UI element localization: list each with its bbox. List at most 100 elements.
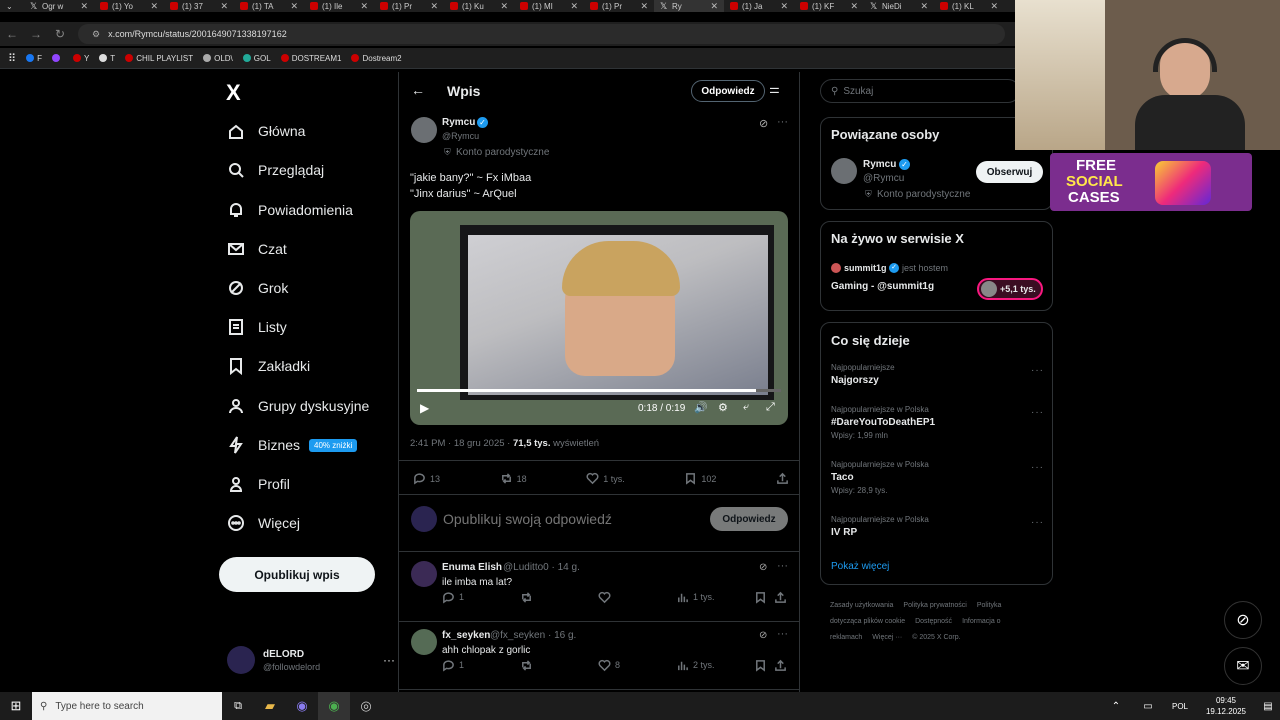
obs-icon[interactable]: ◎ (350, 692, 382, 720)
task-view-icon[interactable]: ⧉ (222, 692, 254, 720)
reply-header-button[interactable]: Odpowiedz (691, 80, 765, 102)
close-icon[interactable]: ✕ (290, 1, 304, 12)
notifications-icon[interactable]: ▤ (1256, 692, 1280, 720)
site-info-icon[interactable]: ⚙ (92, 29, 100, 40)
fullscreen-icon[interactable]: ⤢ (766, 401, 775, 414)
trend-item[interactable]: Najpopularniejsze w Polska IV RP (831, 515, 929, 538)
chrome-icon[interactable]: ◉ (318, 692, 350, 720)
bookmark-action[interactable]: 102 (684, 472, 716, 485)
close-icon[interactable]: ✕ (360, 1, 374, 12)
reply-author-name[interactable]: Enuma Elish (442, 562, 502, 573)
share-action[interactable] (774, 591, 787, 604)
browser-tab[interactable]: (1) Ile ✕ (304, 0, 374, 12)
nav-item-bookmark[interactable]: Zakładki (227, 357, 310, 375)
browser-tab[interactable]: (1) Ku ✕ (444, 0, 514, 12)
bookmark-item[interactable]: OLD\ (203, 54, 233, 63)
lang-indicator[interactable]: POL (1164, 692, 1196, 720)
reply-author-meta[interactable]: @fx_seyken · 16 g. (490, 630, 576, 641)
browser-tab[interactable]: (1) TA ✕ (234, 0, 304, 12)
footer-link[interactable]: Zasady użytkowania (830, 602, 893, 609)
views-action[interactable]: 1 tys. (676, 591, 715, 604)
nav-item-list[interactable]: Listy (227, 318, 287, 336)
bookmark-item[interactable]: Y (72, 54, 89, 63)
reply-avatar[interactable] (411, 629, 437, 655)
nav-item-explore[interactable]: Przeglądaj (227, 161, 324, 179)
windows-start-icon[interactable]: ⊞ (0, 692, 32, 720)
author-avatar[interactable] (411, 117, 437, 143)
app-icon[interactable]: ◉ (286, 692, 318, 720)
account-switcher[interactable]: dELORD @followdelord ··· (227, 646, 395, 674)
author-name[interactable]: Rymcu (442, 117, 475, 128)
close-icon[interactable]: ✕ (500, 1, 514, 12)
reply-author-meta[interactable]: @Luditto0 · 14 g. (503, 562, 580, 573)
bookmark-item[interactable]: DOSTREAM1 (280, 54, 341, 63)
browser-tab[interactable]: (1) Pr ✕ (374, 0, 444, 12)
nav-item-more-circle[interactable]: Więcej (227, 514, 300, 532)
reply-author-name[interactable]: fx_seyken (442, 630, 490, 641)
listeners-pill[interactable]: +5,1 tys. (977, 278, 1043, 300)
related-handle[interactable]: @Rymcu (863, 173, 904, 184)
grok-icon[interactable]: ⊘ (759, 117, 768, 130)
close-icon[interactable]: ✕ (920, 1, 934, 12)
views-action[interactable]: 2 tys. (676, 659, 715, 672)
messages-float-button[interactable]: ✉ (1224, 647, 1262, 685)
close-icon[interactable]: ✕ (780, 1, 794, 12)
more-icon[interactable]: ··· (1031, 407, 1044, 418)
tray-chevron-icon[interactable]: ⌃ (1100, 692, 1132, 720)
trend-item[interactable]: Najpopularniejsze w Polska #DareYouToDea… (831, 405, 935, 440)
grok-float-button[interactable]: ⊘ (1224, 601, 1262, 639)
close-icon[interactable]: ✕ (150, 1, 164, 12)
reply-action[interactable]: 1 (442, 591, 464, 604)
browser-tab[interactable]: (1) Pr ✕ (584, 0, 654, 12)
author-handle[interactable]: @Rymcu (442, 131, 479, 141)
more-icon[interactable]: ··· (777, 116, 788, 128)
video-player[interactable]: ▶ 0:18 / 0:19 🔊 ⚙ ⤶ ⤢ (410, 211, 788, 425)
browser-tab[interactable]: (1) Ja ✕ (724, 0, 794, 12)
more-icon[interactable]: ··· (1031, 365, 1044, 376)
nav-item-grok[interactable]: Grok (227, 279, 288, 297)
live-host[interactable]: summit1g (844, 263, 887, 273)
grok-icon[interactable]: ⊘ (759, 630, 767, 641)
apps-grid-icon[interactable]: ⠿ (8, 52, 16, 65)
repost-action[interactable]: 18 (500, 472, 527, 485)
bookmark-item[interactable] (51, 54, 63, 62)
reply-avatar[interactable] (411, 561, 437, 587)
bookmark-action[interactable] (754, 659, 767, 672)
bookmark-item[interactable]: GOL (242, 54, 271, 63)
settings-icon[interactable]: ⚙ (718, 401, 728, 414)
bookmark-item[interactable]: Dostream2 (351, 54, 402, 63)
follow-button[interactable]: Obserwuj (976, 161, 1043, 183)
reply-input[interactable] (443, 509, 683, 529)
bookmark-item[interactable]: F (26, 54, 42, 63)
browser-tab[interactable]: 𝕏 Ogr w ✕ (24, 0, 94, 12)
tab-list-button[interactable]: ⌄ (0, 0, 24, 12)
bookmark-item[interactable]: T (99, 54, 115, 63)
browser-tab[interactable]: (1) KF ✕ (794, 0, 864, 12)
nav-item-community[interactable]: Grupy dyskusyjne (227, 397, 369, 415)
post-button[interactable]: Opublikuj wpis (219, 557, 375, 592)
browser-tab[interactable]: (1) 37 ✕ (164, 0, 234, 12)
browser-tab[interactable]: 𝕏 NieDi ✕ (864, 0, 934, 12)
grok-icon[interactable]: ⊘ (759, 562, 767, 573)
back-icon[interactable]: ← (0, 27, 24, 41)
browser-tab[interactable]: 𝕏 Ry ✕ (654, 0, 724, 12)
rotate-icon[interactable]: ⤶ (743, 401, 749, 414)
like-action[interactable]: 8 (598, 659, 620, 672)
share-action[interactable] (776, 472, 789, 485)
forward-icon[interactable]: → (24, 27, 48, 41)
x-logo-icon[interactable]: X (226, 80, 241, 106)
browser-tab[interactable]: (1) KL ✕ (934, 0, 1004, 12)
reply-action[interactable]: 13 (413, 472, 440, 485)
nav-item-mail[interactable]: Czat (227, 240, 287, 258)
close-icon[interactable]: ✕ (570, 1, 584, 12)
close-icon[interactable]: ✕ (710, 1, 724, 12)
nav-item-profile[interactable]: Profil (227, 475, 290, 493)
nav-item-home[interactable]: Główna (227, 122, 305, 140)
trend-item[interactable]: Najpopularniejsze w Polska Taco Wpisy: 2… (831, 460, 929, 495)
like-action[interactable]: 1 tys. (586, 472, 625, 485)
search-input[interactable]: ⚲ Szukaj (820, 79, 1020, 103)
more-icon[interactable]: ··· (777, 560, 788, 572)
sliders-icon[interactable]: ⚌ (769, 82, 780, 96)
trend-item[interactable]: Najpopularniejsze Najgorszy (831, 363, 895, 386)
live-space-title[interactable]: Gaming - @summit1g (831, 281, 934, 292)
